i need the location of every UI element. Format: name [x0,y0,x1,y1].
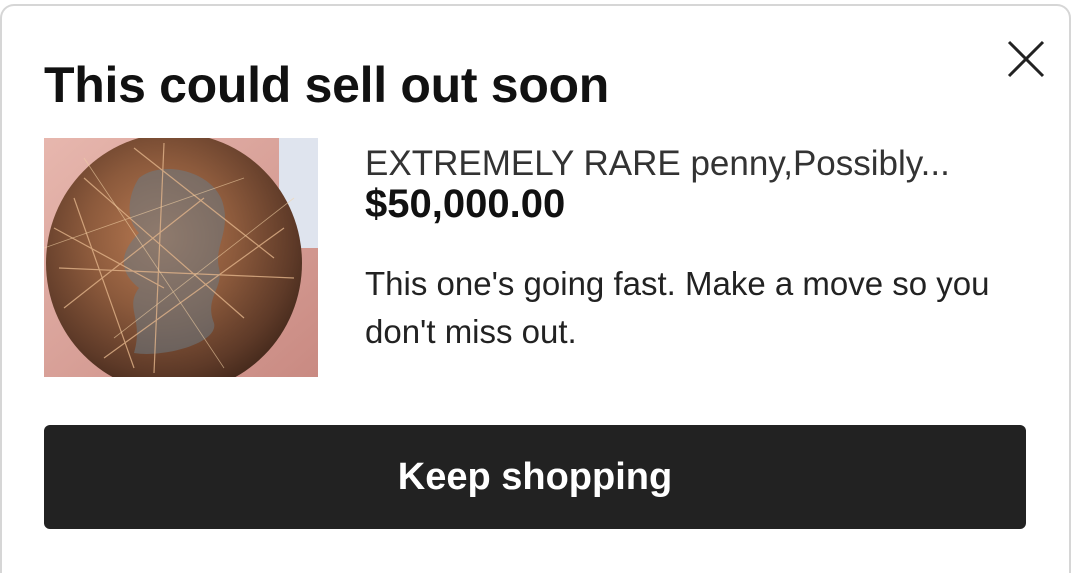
urgency-message: This one's going fast. Make a move so yo… [365,265,990,350]
listing-title[interactable]: EXTREMELY RARE penny,Possibly... [365,144,1005,184]
listing-image[interactable] [44,138,318,377]
keep-shopping-button[interactable]: Keep shopping [44,425,1026,529]
coin-photo [44,138,318,377]
listing-price: $50,000.00 [365,182,566,226]
close-button[interactable] [1005,38,1047,80]
sell-out-dialog: This could sell out soon EXTREMELY RARE … [0,4,1071,573]
dialog-title: This could sell out soon [44,57,610,113]
close-icon[interactable] [1005,38,1047,80]
